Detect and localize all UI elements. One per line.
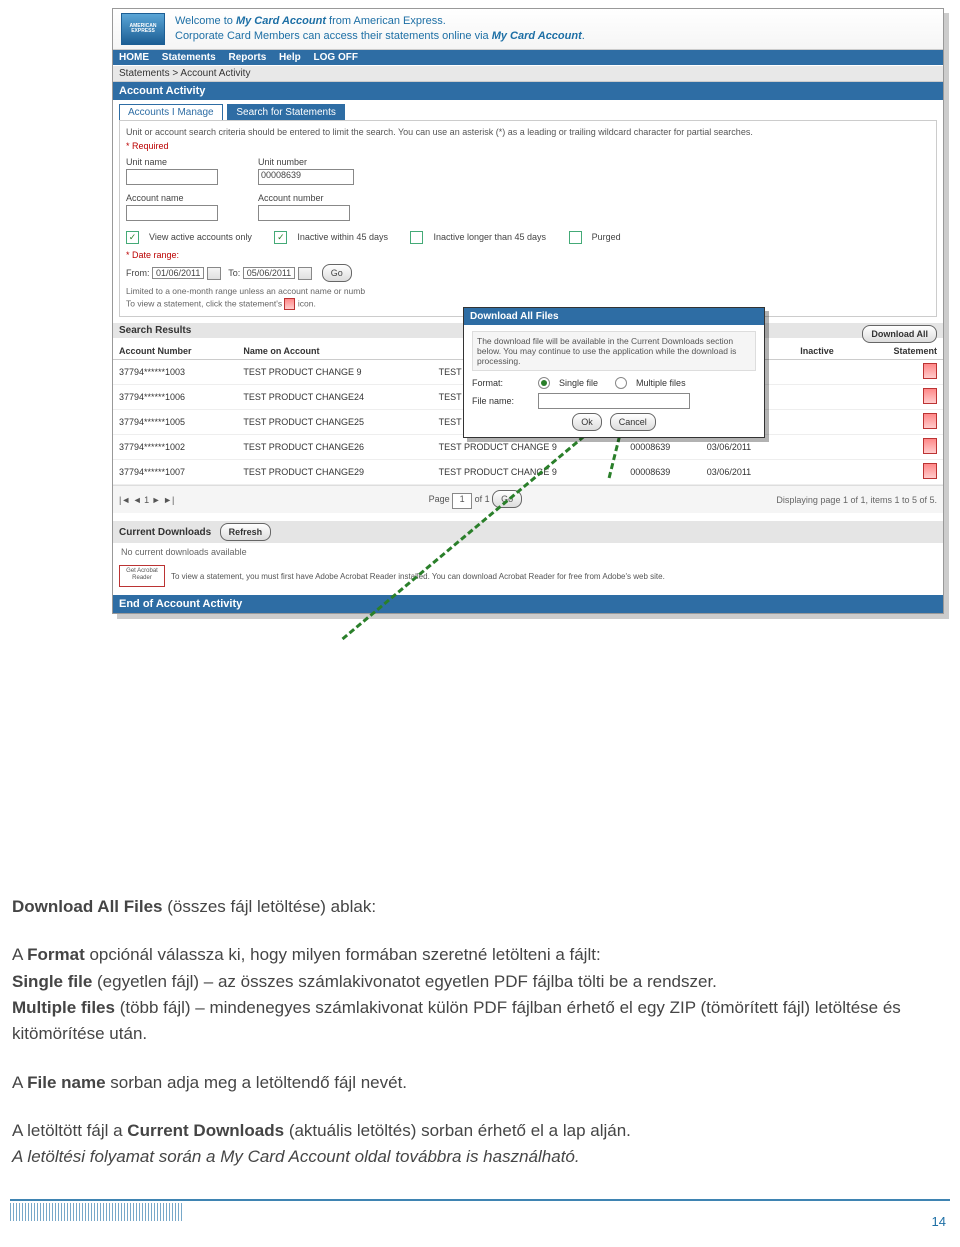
to-label: To: [228,268,240,278]
account-number-label: Account number [258,193,350,203]
current-downloads-bar: Current Downloads Refresh [113,521,943,543]
refresh-button[interactable]: Refresh [220,523,272,541]
tab-accounts-i-manage[interactable]: Accounts I Manage [119,104,223,120]
pager-summary: Displaying page 1 of 1, items 1 to 5 of … [776,495,937,505]
checkbox-inactive-longer[interactable] [410,231,423,244]
from-date-input[interactable]: 01/06/2011 [152,267,204,279]
download-all-files-dialog: Download All Files The download file wil… [463,307,765,438]
account-number-input[interactable] [258,205,350,221]
top-nav: HOME Statements Reports Help LOG OFF [113,50,943,65]
nav-home[interactable]: HOME [119,52,149,63]
tab-search-for-statements[interactable]: Search for Statements [227,104,345,120]
nav-help[interactable]: Help [279,52,301,63]
required-label: * Required [126,141,930,151]
acrobat-reader-icon[interactable]: Get Acrobat Reader [119,565,165,587]
pdf-icon[interactable] [923,363,937,379]
filename-input[interactable] [538,393,690,409]
account-name-label: Account name [126,193,218,203]
pdf-icon[interactable] [923,438,937,454]
pager-page-label: Page [429,494,450,504]
checkbox-active-only-label: View active accounts only [149,232,252,242]
unit-number-input[interactable]: 00008639 [258,169,354,185]
checkbox-purged[interactable] [569,231,582,244]
app-screenshot: AMERICAN EXPRESS Welcome to My Card Acco… [112,8,944,614]
col-name-on-account: Name on Account [237,343,432,360]
filename-label: File name: [472,396,532,406]
download-all-button[interactable]: Download All [862,325,937,343]
format-label: Format: [472,378,532,388]
col-statement: Statement [861,343,943,360]
dialog-note: The download file will be available in t… [472,331,756,371]
checkbox-inactive-45-label: Inactive within 45 days [297,232,388,242]
go-button[interactable]: Go [322,264,352,282]
checkbox-active-only[interactable]: ✓ [126,231,139,244]
pdf-icon[interactable] [923,388,937,404]
section-title: Account Activity [113,82,943,100]
radio-multiple-files-label: Multiple files [636,378,686,388]
banner-text: Welcome to My Card Account from American… [175,14,585,44]
pager: |◄ ◄ 1 ► ►| Page 1 of 1 Go Displaying pa… [113,485,943,513]
to-date-input[interactable]: 05/06/2011 [243,267,295,279]
table-row: 37794******1002TEST PRODUCT CHANGE26TEST… [113,435,943,460]
pdf-icon[interactable] [923,463,937,479]
cancel-button[interactable]: Cancel [610,413,656,431]
calendar-icon[interactable] [298,267,312,280]
account-name-input[interactable] [126,205,218,221]
page-footer: 14 [0,1199,960,1233]
page-number: 14 [932,1214,946,1229]
radio-single-file-label: Single file [559,378,598,388]
from-label: From: [126,268,150,278]
col-inactive: Inactive [794,343,861,360]
nav-statements[interactable]: Statements [162,52,216,63]
pager-page-input[interactable]: 1 [452,493,472,509]
body-text: Download All Files (összes fájl letöltés… [12,894,948,1171]
nav-logoff[interactable]: LOG OFF [314,52,358,63]
pager-total: of 1 [475,494,490,504]
end-bar: End of Account Activity [113,595,943,613]
radio-single-file[interactable] [538,377,550,389]
one-month-note: Limited to a one-month range unless an a… [126,286,930,296]
pager-nav[interactable]: |◄ ◄ 1 ► ►| [119,495,174,505]
dialog-title: Download All Files [464,308,764,325]
unit-name-label: Unit name [126,157,218,167]
checkbox-inactive-longer-label: Inactive longer than 45 days [433,232,546,242]
no-downloads-text: No current downloads available [113,543,943,561]
pdf-icon [284,298,295,310]
radio-multiple-files[interactable] [615,377,627,389]
search-panel: Unit or account search criteria should b… [119,120,937,317]
unit-number-label: Unit number [258,157,354,167]
ok-button[interactable]: Ok [572,413,602,431]
checkbox-purged-label: Purged [592,232,621,242]
date-range-label: * Date range: [126,250,930,260]
amex-logo: AMERICAN EXPRESS [121,13,165,45]
col-account-number: Account Number [113,343,237,360]
nav-reports[interactable]: Reports [228,52,266,63]
calendar-icon[interactable] [207,267,221,280]
unit-name-input[interactable] [126,169,218,185]
pdf-icon[interactable] [923,413,937,429]
breadcrumb: Statements > Account Activity [113,65,943,82]
checkbox-inactive-45[interactable]: ✓ [274,231,287,244]
search-hint: Unit or account search criteria should b… [126,127,930,137]
